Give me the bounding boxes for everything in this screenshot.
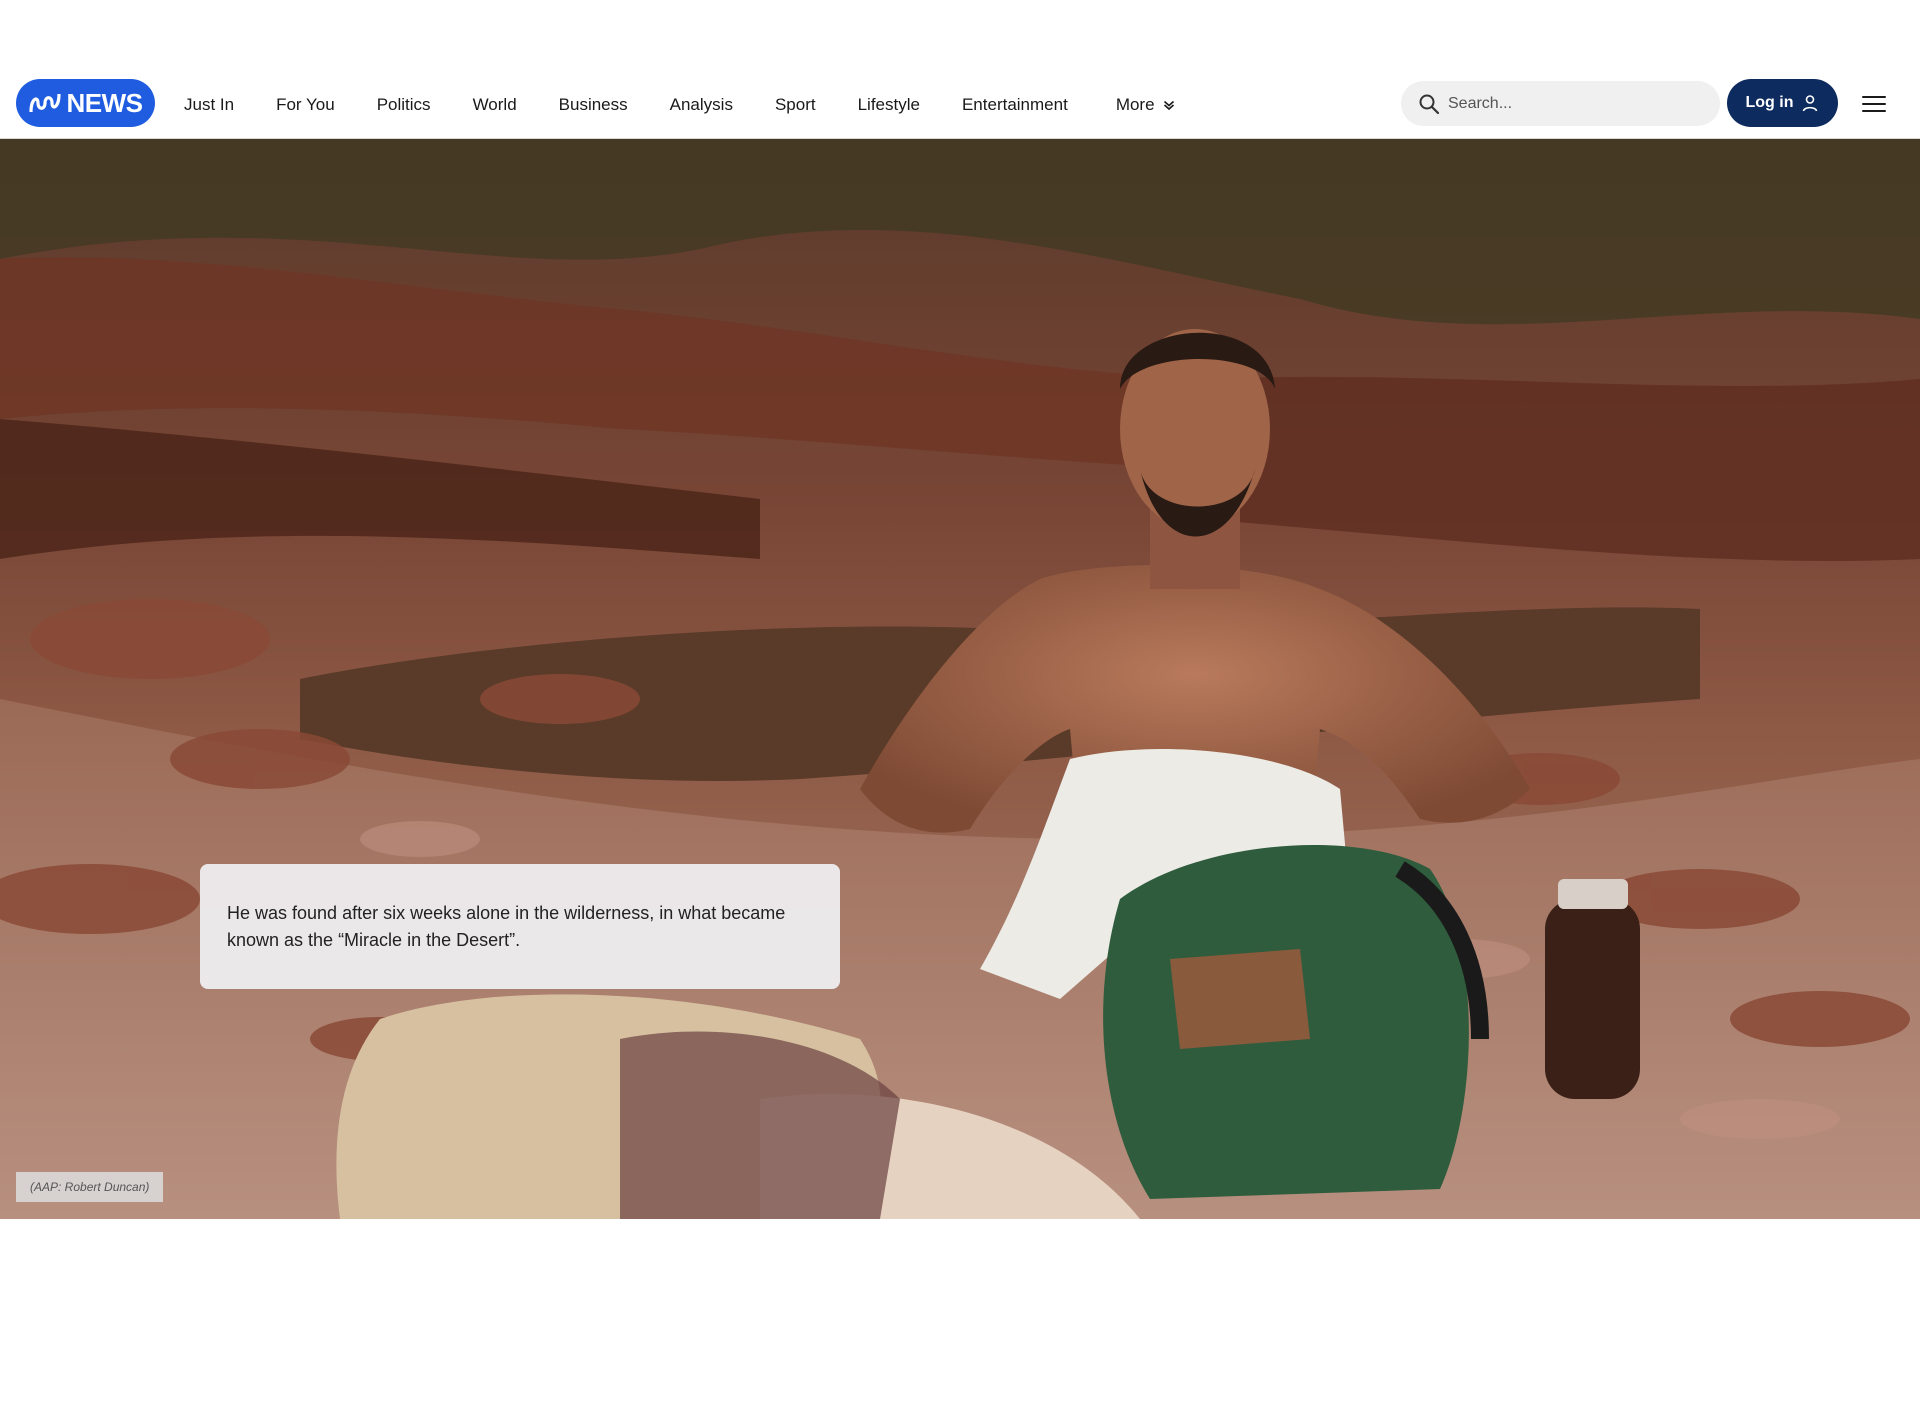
nav-item-lifestyle[interactable]: Lifestyle xyxy=(858,70,920,139)
abc-news-logo[interactable]: NEWS xyxy=(16,79,155,127)
logo-text: NEWS xyxy=(66,87,144,118)
nav-item-business[interactable]: Business xyxy=(559,70,628,139)
hamburger-menu-icon[interactable] xyxy=(1862,92,1886,116)
user-icon xyxy=(1803,95,1818,112)
search-icon xyxy=(1419,94,1440,114)
nav-more-label: More xyxy=(1115,94,1155,114)
main-nav: Just In For You Politics World Business … xyxy=(184,70,1175,139)
hero-photo xyxy=(0,139,1920,1219)
nav-more-button[interactable]: More xyxy=(1116,70,1175,139)
site-header: NEWS Just In For You Politics World Busi… xyxy=(0,70,1920,139)
nav-item-entertainment[interactable]: Entertainment xyxy=(962,70,1068,139)
login-button[interactable]: Log in xyxy=(1727,79,1838,127)
menu-line xyxy=(1862,96,1886,98)
abc-logo-icon xyxy=(28,93,61,113)
image-caption: He was found after six weeks alone in th… xyxy=(200,864,840,989)
nav-item-analysis[interactable]: Analysis xyxy=(670,70,733,139)
menu-line xyxy=(1862,103,1886,105)
photo-credit: (AAP: Robert Duncan) xyxy=(16,1172,164,1202)
chevron-down-icon xyxy=(1163,100,1174,110)
search-box[interactable] xyxy=(1401,81,1720,126)
hero-image: He was found after six weeks alone in th… xyxy=(0,139,1920,1219)
nav-item-sport[interactable]: Sport xyxy=(775,70,816,139)
nav-item-politics[interactable]: Politics xyxy=(377,70,431,139)
nav-item-just-in[interactable]: Just In xyxy=(184,70,234,139)
search-input[interactable] xyxy=(1448,94,1720,113)
nav-item-for-you[interactable]: For You xyxy=(276,70,335,139)
menu-line xyxy=(1862,110,1886,112)
nav-item-world[interactable]: World xyxy=(473,70,517,139)
login-label: Log in xyxy=(1745,94,1794,111)
